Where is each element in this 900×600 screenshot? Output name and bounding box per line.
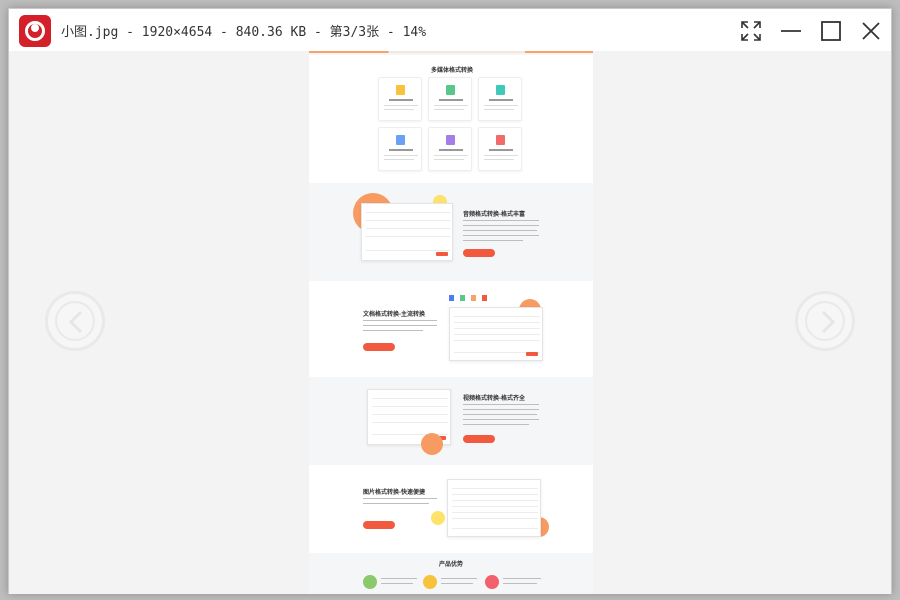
image-viewport[interactable]: 多媒体格式转换 音频格式转换-格式丰富 文档格式转换-主流转换 视频格式转换-格… [9, 51, 891, 594]
minimize-icon [781, 30, 801, 32]
fullscreen-icon [741, 21, 761, 41]
picture-section: 图片格式转换-快速便捷 [309, 465, 593, 553]
image-top-banner-edge [309, 51, 593, 53]
picture-start-button [363, 521, 395, 529]
window-title: 小图.jpg - 1920×4654 - 840.36 KB - 第3/3张 -… [61, 25, 427, 40]
music-icon [446, 135, 455, 145]
image-viewer-window: 小图.jpg - 1920×4654 - 840.36 KB - 第3/3张 -… [8, 8, 892, 594]
displayed-image: 多媒体格式转换 音频格式转换-格式丰富 文档格式转换-主流转换 视频格式转换-格… [309, 51, 593, 594]
app-logo-icon [19, 15, 51, 47]
feature-card [428, 77, 472, 121]
advantage-icon [423, 575, 437, 589]
advantages-section-title: 产品优势 [439, 562, 464, 568]
document-section: 文档格式转换-主流转换 [309, 281, 593, 377]
video-section: 视频格式转换-格式齐全 [309, 381, 593, 463]
document-app-screenshot [449, 307, 543, 361]
document-start-button [363, 343, 395, 351]
next-image-button[interactable] [795, 291, 855, 351]
chevron-right-icon [821, 310, 836, 334]
audio-app-screenshot [361, 203, 453, 261]
audio-start-button [463, 249, 495, 257]
multimedia-section-title: 多媒体格式转换 [431, 68, 474, 74]
title-bar[interactable]: 小图.jpg - 1920×4654 - 840.36 KB - 第3/3张 -… [9, 9, 891, 51]
previous-image-button[interactable] [45, 291, 105, 351]
download-icon [496, 85, 505, 95]
document-icon [396, 85, 405, 95]
video-icon [396, 135, 405, 145]
advantages-section: 产品优势 [309, 555, 593, 594]
spreadsheet-icon [446, 85, 455, 95]
maximize-icon [821, 21, 841, 41]
feature-card [378, 77, 422, 121]
feature-card [478, 77, 522, 121]
audio-section-title: 音频格式转换-格式丰富 [463, 212, 525, 218]
document-section-title: 文档格式转换-主流转换 [363, 312, 425, 318]
maximize-button[interactable] [817, 17, 845, 45]
advantage-icon [363, 575, 377, 589]
video-section-title: 视频格式转换-格式齐全 [463, 396, 525, 402]
picture-app-screenshot [447, 479, 541, 537]
audio-section: 音频格式转换-格式丰富 [309, 183, 593, 271]
picture-icon [496, 135, 505, 145]
minimize-button[interactable] [777, 17, 805, 45]
feature-card [378, 127, 422, 171]
close-icon [862, 22, 880, 40]
multimedia-section: 多媒体格式转换 [309, 55, 593, 183]
fullscreen-button[interactable] [737, 17, 765, 45]
feature-card [478, 127, 522, 171]
chevron-left-icon [68, 310, 83, 334]
advantage-icon [485, 575, 499, 589]
feature-card [428, 127, 472, 171]
picture-section-title: 图片格式转换-快速便捷 [363, 490, 425, 496]
close-button[interactable] [857, 17, 885, 45]
video-start-button [463, 435, 495, 443]
